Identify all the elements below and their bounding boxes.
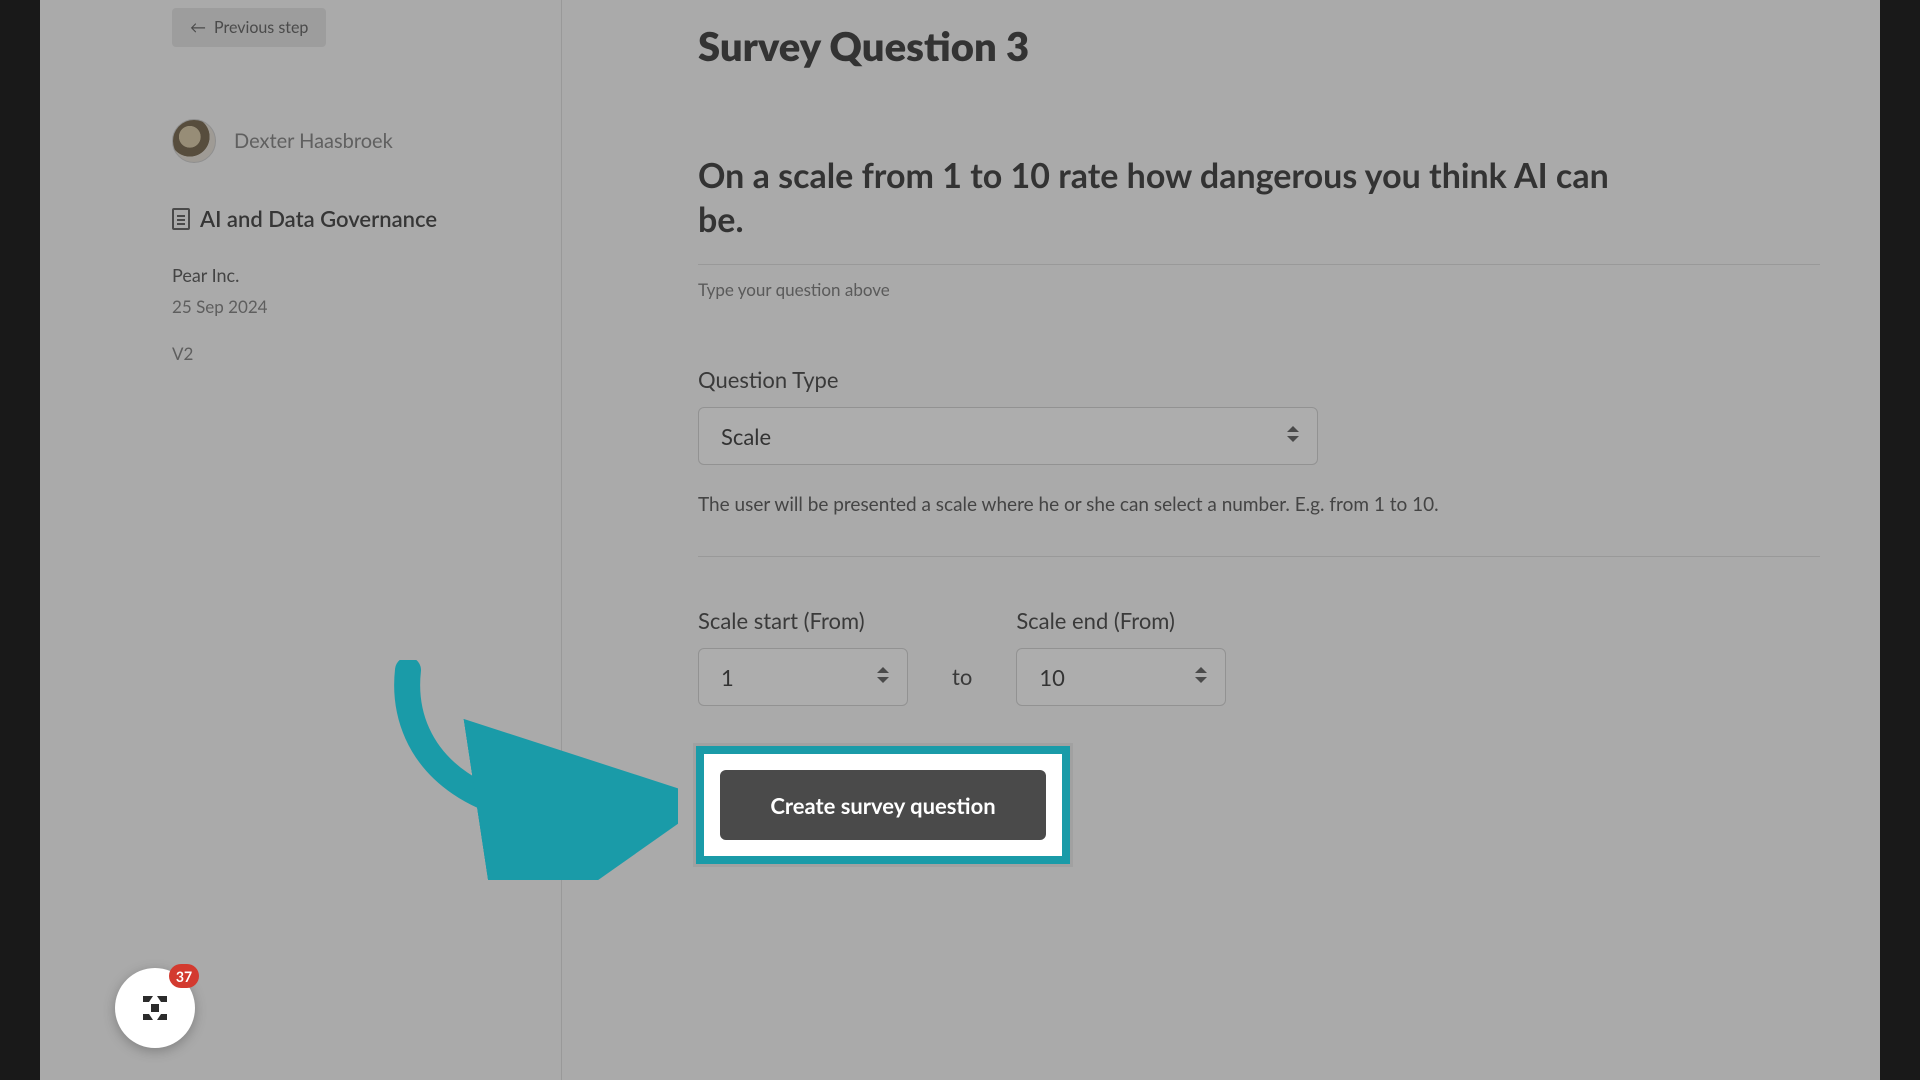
- badge-count: 37: [176, 968, 192, 985]
- main-content: Survey Question 3 On a scale from 1 to 1…: [562, 0, 1880, 1080]
- question-text[interactable]: On a scale from 1 to 10 rate how dangero…: [698, 154, 1658, 242]
- user-name: Dexter Haasbroek: [234, 129, 393, 153]
- scale-row: Scale start (From) 1 to Scale end (From)…: [698, 607, 1820, 706]
- avatar: [172, 119, 216, 163]
- scale-start-select[interactable]: 1: [698, 648, 908, 706]
- scale-end-col: Scale end (From) 10: [1016, 607, 1226, 706]
- version: V2: [172, 343, 527, 364]
- question-type-select[interactable]: Scale: [698, 407, 1318, 465]
- question-type-help: The user will be presented a scale where…: [698, 493, 1820, 516]
- logo-icon: [135, 988, 175, 1028]
- question-type-value: Scale: [721, 423, 771, 450]
- create-button-label: Create survey question: [770, 792, 995, 819]
- divider: [698, 556, 1820, 557]
- scale-end-label: Scale end (From): [1016, 607, 1226, 634]
- notification-badge: 37: [169, 964, 199, 988]
- scale-start-label: Scale start (From): [698, 607, 908, 634]
- help-fab[interactable]: 37: [115, 968, 195, 1048]
- company-name: Pear Inc.: [172, 264, 527, 286]
- scale-start-value: 1: [721, 664, 734, 691]
- sidebar: ← Previous step Dexter Haasbroek AI and …: [40, 0, 562, 1080]
- date: 25 Sep 2024: [172, 296, 527, 317]
- app-stage: ← Previous step Dexter Haasbroek AI and …: [40, 0, 1880, 1080]
- document-row[interactable]: AI and Data Governance: [172, 205, 527, 232]
- user-row: Dexter Haasbroek: [172, 119, 527, 163]
- document-icon: [172, 208, 190, 230]
- highlight-frame: Create survey question: [696, 746, 1070, 864]
- to-label: to: [952, 663, 972, 706]
- scale-start-col: Scale start (From) 1: [698, 607, 908, 706]
- document-title: AI and Data Governance: [200, 205, 437, 232]
- arrow-left-icon: ←: [190, 18, 206, 37]
- create-survey-question-button[interactable]: Create survey question: [720, 770, 1046, 840]
- question-type-label: Question Type: [698, 366, 1820, 393]
- page-title: Survey Question 3: [698, 22, 1820, 70]
- previous-step-button[interactable]: ← Previous step: [172, 8, 326, 47]
- scale-end-value: 10: [1039, 664, 1065, 691]
- layout: ← Previous step Dexter Haasbroek AI and …: [40, 0, 1880, 1080]
- question-hint: Type your question above: [698, 264, 1820, 300]
- scale-end-select[interactable]: 10: [1016, 648, 1226, 706]
- previous-step-label: Previous step: [214, 18, 308, 37]
